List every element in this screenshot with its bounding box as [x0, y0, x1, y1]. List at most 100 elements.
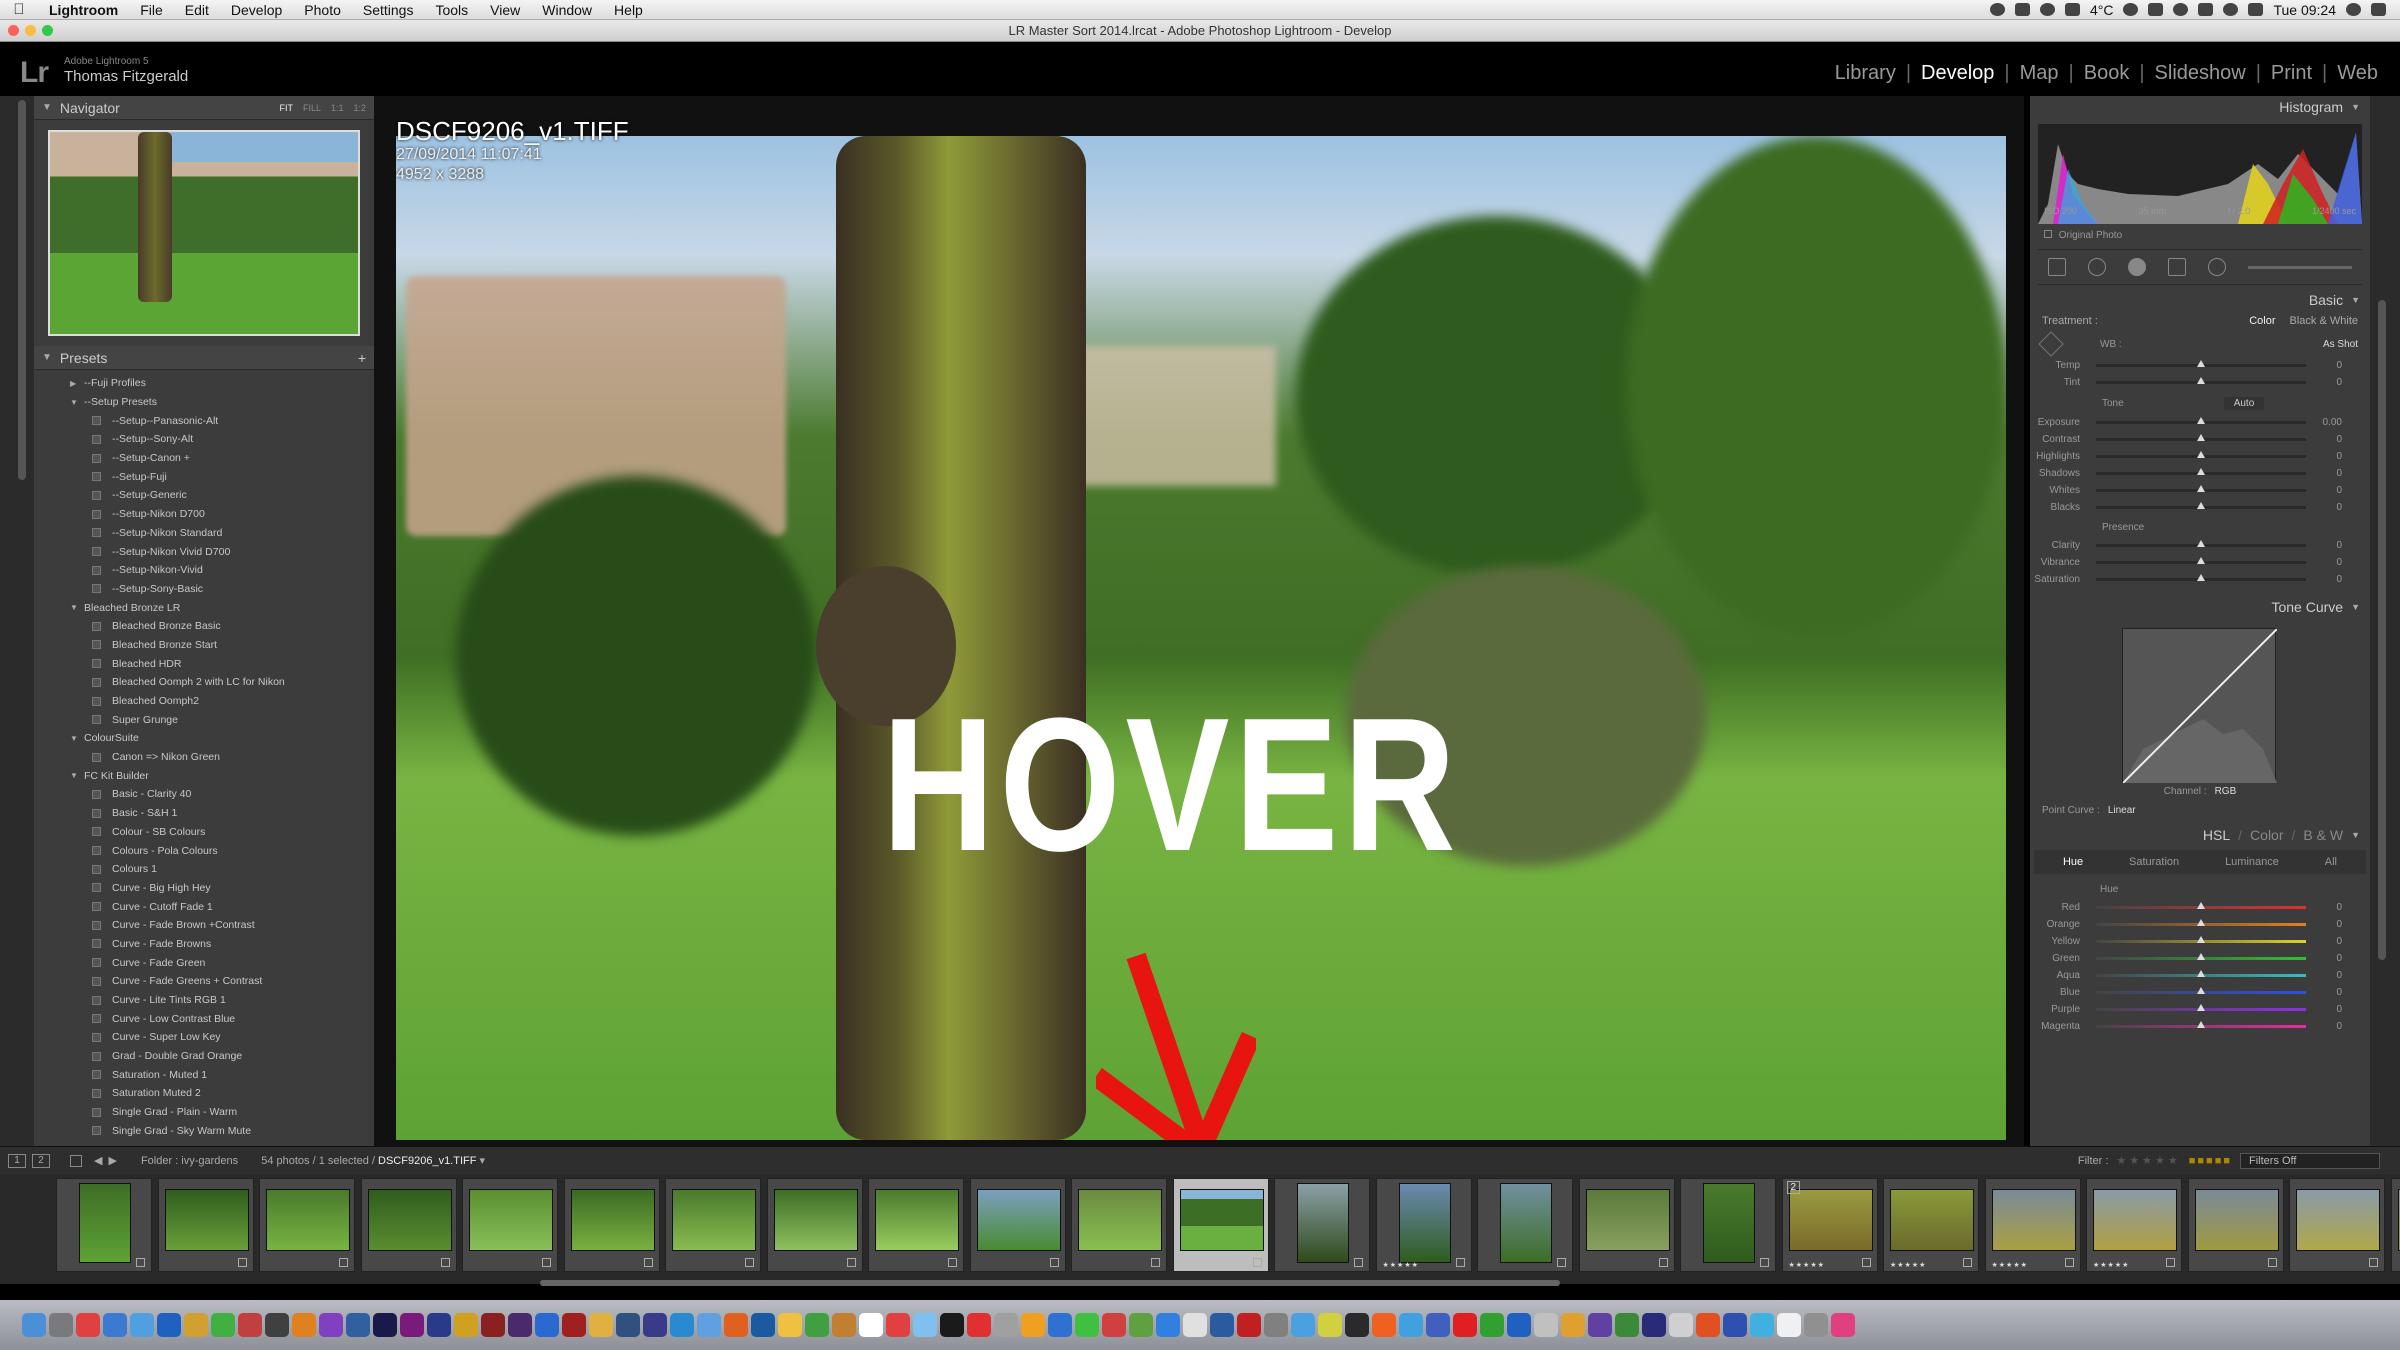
back-icon[interactable]: ◀: [94, 1154, 102, 1167]
module-print[interactable]: Print: [2261, 62, 2322, 85]
preset-item[interactable]: Single Grad - Sky Warm Mute: [34, 1122, 374, 1141]
dock-app-icon[interactable]: [967, 1313, 991, 1337]
thumbnail-image[interactable]: [672, 1189, 756, 1251]
graduated-filter-icon[interactable]: [2168, 258, 2186, 276]
preset-item[interactable]: Colours - Pola Colours: [34, 841, 374, 860]
crop-icon[interactable]: [2048, 258, 2066, 276]
menu-edit[interactable]: Edit: [174, 2, 220, 18]
dock-app-icon[interactable]: [805, 1313, 829, 1337]
dock-app-icon[interactable]: [1588, 1313, 1612, 1337]
dock-app-icon[interactable]: [238, 1313, 262, 1337]
filmstrip-thumbnail[interactable]: [157, 1178, 254, 1272]
slider-track[interactable]: [2096, 485, 2306, 492]
module-library[interactable]: Library: [1825, 62, 1906, 85]
preset-item[interactable]: --Setup-Nikon-Vivid: [34, 561, 374, 580]
forward-icon[interactable]: ▶: [108, 1154, 116, 1167]
dock-app-icon[interactable]: [1264, 1313, 1288, 1337]
dock-app-icon[interactable]: [49, 1313, 73, 1337]
color-title[interactable]: Color: [2250, 827, 2283, 843]
screen-1-button[interactable]: 1: [8, 1153, 26, 1168]
grid-icon[interactable]: [70, 1154, 82, 1167]
filmstrip-thumbnail[interactable]: [462, 1178, 558, 1272]
dock-app-icon[interactable]: [1642, 1313, 1666, 1337]
preset-item[interactable]: Basic - S&H 1: [34, 804, 374, 823]
zoom-option[interactable]: FILL: [303, 103, 321, 113]
flag-icon[interactable]: [2248, 3, 2264, 16]
slider-knob[interactable]: [2197, 953, 2205, 960]
dock-app-icon[interactable]: [130, 1313, 154, 1337]
slider-knob[interactable]: [2197, 540, 2205, 547]
dock-app-icon[interactable]: [1534, 1313, 1558, 1337]
zoom-option[interactable]: 1:1: [331, 103, 344, 113]
filmstrip-thumbnail[interactable]: [56, 1178, 152, 1272]
slider-value[interactable]: 0: [2306, 936, 2342, 947]
filmstrip-thumbnail[interactable]: ★★★★★: [1375, 1178, 1472, 1272]
dock-app-icon[interactable]: [265, 1313, 289, 1337]
close-icon[interactable]: [8, 25, 19, 36]
preset-item[interactable]: --Setup-Nikon D700: [34, 505, 374, 524]
dock-app-icon[interactable]: [562, 1313, 586, 1337]
zoom-option[interactable]: 1:2: [353, 103, 366, 113]
filter-select[interactable]: Filters Off: [2240, 1152, 2380, 1169]
adjustment-brush-slider[interactable]: [2248, 265, 2352, 269]
slider-value[interactable]: 0.00: [2306, 417, 2342, 428]
slider-knob[interactable]: [2197, 468, 2205, 475]
slider-track[interactable]: [2096, 377, 2306, 384]
filmstrip-thumbnail[interactable]: [868, 1178, 964, 1272]
preset-folder[interactable]: ▼ ColourSuite: [34, 729, 374, 748]
thumbnail-image[interactable]: [1890, 1189, 1974, 1251]
slider-track[interactable]: [2096, 1004, 2306, 1011]
menu-help[interactable]: Help: [603, 2, 654, 18]
filmstrip-scrollbar[interactable]: [540, 1280, 1560, 1286]
slider-value[interactable]: 0: [2306, 434, 2342, 445]
status-icon[interactable]: [2123, 3, 2139, 16]
slider-knob[interactable]: [2197, 557, 2205, 564]
preset-item[interactable]: Curve - Fade Green: [34, 953, 374, 972]
dock-app-icon[interactable]: [1804, 1313, 1828, 1337]
preset-item[interactable]: Single Grad - Plain - Warm: [34, 1103, 374, 1122]
menu-view[interactable]: View: [479, 2, 531, 18]
preset-item[interactable]: Canon => Nikon Green: [34, 748, 374, 767]
slider-track[interactable]: [2096, 987, 2306, 994]
preset-folder[interactable]: ▼ FC Kit Builder: [34, 766, 374, 785]
dock-app-icon[interactable]: [913, 1313, 937, 1337]
module-develop[interactable]: Develop: [1911, 62, 2004, 85]
dock-app-icon[interactable]: [1048, 1313, 1072, 1337]
preset-item[interactable]: --Setup-Fuji: [34, 467, 374, 486]
clock[interactable]: Tue 09:24: [2273, 2, 2336, 18]
dock-app-icon[interactable]: [1372, 1313, 1396, 1337]
slider-track[interactable]: [2096, 1021, 2306, 1028]
filmstrip-thumbnail[interactable]: [563, 1178, 660, 1272]
dock-app-icon[interactable]: [1021, 1313, 1045, 1337]
slider-value[interactable]: 0: [2306, 987, 2342, 998]
preset-item[interactable]: Curve - Super Low Key: [34, 1028, 374, 1047]
left-panel-edge[interactable]: [0, 96, 34, 1146]
right-panel-scrollbar[interactable]: [2378, 300, 2386, 960]
chevron-down-icon[interactable]: ▼: [70, 734, 84, 743]
dock-app-icon[interactable]: [1696, 1313, 1720, 1337]
filmstrip-thumbnail[interactable]: [1274, 1178, 1370, 1272]
zoom-icon[interactable]: [42, 25, 53, 36]
collapse-icon[interactable]: ▼: [2351, 602, 2360, 612]
preset-item[interactable]: Curve - Fade Brown +Contrast: [34, 916, 374, 935]
slider-knob[interactable]: [2197, 417, 2205, 424]
thumbnail-image[interactable]: [1703, 1183, 1755, 1263]
dock-app-icon[interactable]: [751, 1313, 775, 1337]
preset-item[interactable]: Colour - SB Colours: [34, 823, 374, 842]
collapse-icon[interactable]: ▼: [42, 102, 52, 113]
dock-app-icon[interactable]: [1399, 1313, 1423, 1337]
dock-app-icon[interactable]: [1183, 1313, 1207, 1337]
slider-knob[interactable]: [2197, 987, 2205, 994]
tab-luminance[interactable]: Luminance: [2225, 856, 2279, 868]
slider-track[interactable]: [2096, 502, 2306, 509]
dropdown-icon[interactable]: ▾: [480, 1155, 486, 1167]
preset-item[interactable]: Curve - Low Contrast Blue: [34, 1009, 374, 1028]
dock-app-icon[interactable]: [1777, 1313, 1801, 1337]
menu-photo[interactable]: Photo: [293, 2, 352, 18]
dock-app-icon[interactable]: [724, 1313, 748, 1337]
thumbnail-image[interactable]: [469, 1189, 553, 1251]
preset-item[interactable]: Bleached HDR: [34, 654, 374, 673]
tab-hue[interactable]: Hue: [2063, 856, 2083, 868]
collapse-icon[interactable]: ▼: [2351, 295, 2360, 305]
thumbnail-image[interactable]: [164, 1189, 249, 1251]
